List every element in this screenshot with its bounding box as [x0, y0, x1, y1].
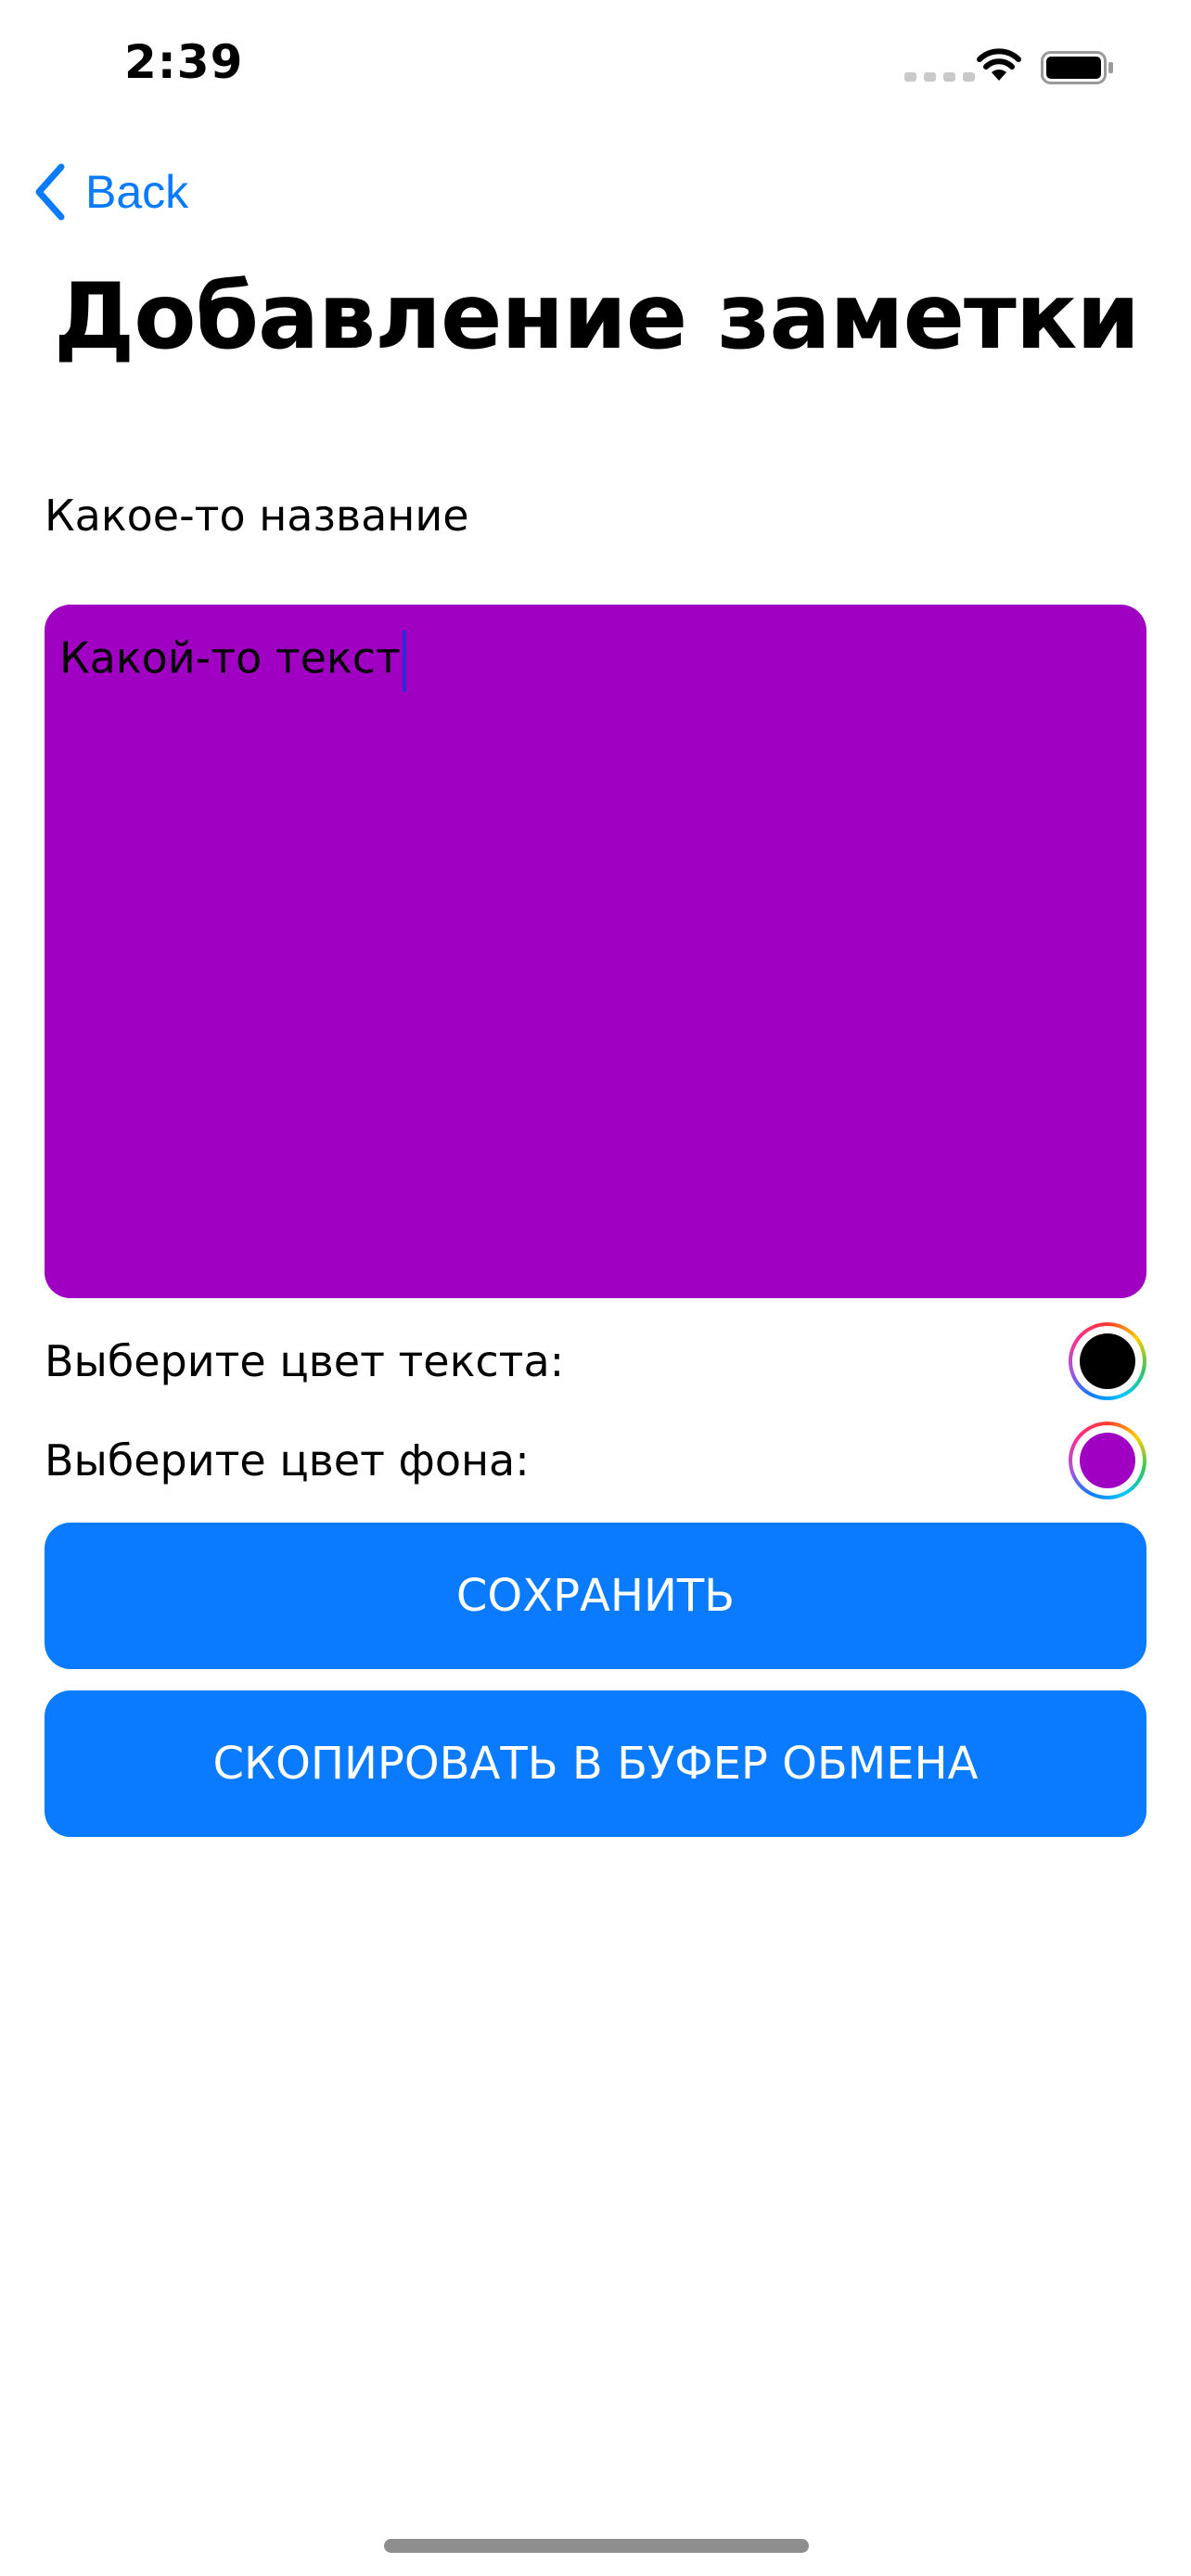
text-color-label: Выберите цвет текста: [45, 1336, 565, 1386]
note-text-editor[interactable]: Какой-то текст [45, 605, 1146, 1298]
bg-color-row: Выберите цвет фона: [45, 1422, 1146, 1499]
chevron-left-icon [35, 163, 65, 221]
back-button[interactable]: Back [33, 159, 188, 224]
wifi-icon [977, 48, 1021, 81]
save-button[interactable]: СОХРАНИТЬ [45, 1523, 1146, 1669]
text-color-swatch [1080, 1333, 1135, 1389]
text-color-row: Выберите цвет текста: [45, 1322, 1146, 1400]
home-indicator[interactable] [384, 2539, 809, 2553]
cellular-signal-icon [904, 72, 975, 82]
back-label: Back [85, 166, 189, 218]
bg-color-picker[interactable] [1069, 1422, 1146, 1499]
bg-color-swatch [1080, 1433, 1135, 1488]
status-bar: 2:39 [0, 0, 1191, 130]
page-title: Добавление заметки [54, 264, 1140, 370]
text-color-picker[interactable] [1069, 1322, 1146, 1400]
bg-color-label: Выберите цвет фона: [45, 1435, 530, 1486]
note-title-input[interactable] [45, 480, 1146, 551]
text-cursor [402, 631, 406, 692]
copy-to-clipboard-button[interactable]: СКОПИРОВАТЬ В БУФЕР ОБМЕНА [45, 1690, 1146, 1837]
note-text-content: Какой-то текст [59, 632, 401, 683]
battery-icon [1041, 51, 1113, 84]
status-time: 2:39 [124, 35, 244, 89]
